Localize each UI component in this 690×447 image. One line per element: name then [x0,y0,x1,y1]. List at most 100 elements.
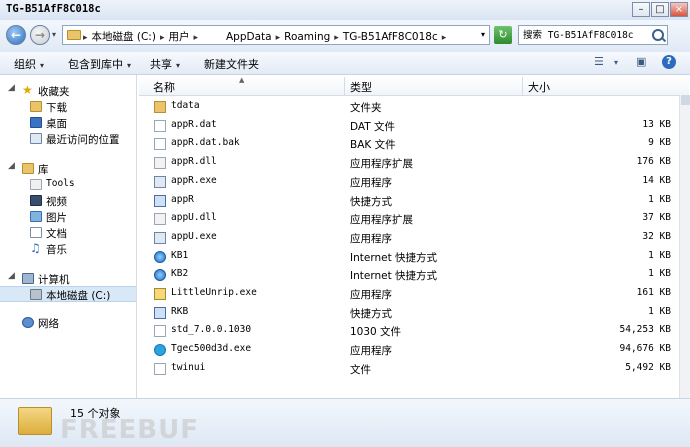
file-name: tdata [171,100,200,111]
file-name: twinui [171,361,206,373]
search-box[interactable] [518,25,668,45]
sidebar-item-downloads[interactable]: 下载 [0,99,136,115]
breadcrumb-roaming[interactable]: Roaming [284,31,330,43]
breadcrumb-current-folder[interactable]: TG-B51AfF8C018c [343,31,438,43]
sidebar-item-music[interactable]: ♫ 音乐 [0,241,136,257]
sidebar-label: 音乐 [46,244,67,256]
share-label: 共享 [150,58,172,71]
share-button[interactable]: 共享 ▾ [150,56,180,72]
file-size: 94,676 KB [619,343,671,355]
file-row[interactable]: KB2 Internet 快捷方式 1 KB [139,266,679,284]
file-row[interactable]: KB1 Internet 快捷方式 1 KB [139,248,679,266]
file-type: 快捷方式 [350,195,392,208]
view-options-icon[interactable]: ☰ [594,55,604,71]
sidebar-item-network[interactable]: 网络 [0,315,136,331]
desktop-icon [30,117,42,128]
minimize-button[interactable]: – [632,2,650,17]
preview-pane-icon[interactable]: ▣ [636,55,646,71]
breadcrumb-users[interactable]: 用户 [168,31,189,43]
include-label: 包含到库中 [68,58,123,71]
address-bar[interactable]: ▸ 本地磁盘 (C:) ▸ 用户 ▸ AppData ▸ Roaming ▸ TG-B51AfF8… [62,25,490,45]
chevron-right-icon[interactable]: ▸ [83,33,88,43]
file-row[interactable]: tdata 文件夹 [139,98,679,116]
file-row[interactable]: appR.dat.bak BAK 文件 9 KB [139,135,679,153]
organize-button[interactable]: 组织 ▾ [14,56,44,72]
search-icon[interactable] [652,29,664,41]
sidebar-item-local-disk[interactable]: 本地磁盘 (C:) [0,286,136,302]
file-name: LittleUnrip.exe [171,287,257,298]
navigation-pane: ◢ ★ 收藏夹 下载 桌面 最近访问的位置 ◢ 库 Tools 视频 图片 文档… [0,75,137,398]
file-type: 应用程序 [350,232,392,245]
column-header-size[interactable]: 大小 [528,79,550,95]
file-row[interactable]: std_7.0.0.1030 1030 文件 54,253 KB [139,322,679,340]
sidebar-item-libraries[interactable]: ◢ 库 [0,161,136,177]
file-row[interactable]: appR.exe 应用程序 14 KB [139,173,679,191]
details-pane: FREEBUF 15 个对象 [0,398,690,447]
folder-icon [154,101,166,113]
chevron-right-icon[interactable]: ▸ [334,33,339,43]
sidebar-item-desktop[interactable]: 桌面 [0,115,136,131]
hard-disk-icon [30,289,42,300]
breadcrumb: ▸ 本地磁盘 (C:) ▸ 用户 ▸ AppData ▸ Roaming ▸ TG-B51AfF8… [83,29,450,44]
new-folder-button[interactable]: 新建文件夹 [204,56,259,72]
folder-icon [18,407,52,435]
close-button[interactable]: × [670,2,688,17]
chevron-right-icon[interactable]: ▸ [193,33,198,43]
column-header-name[interactable]: 名称 [153,79,175,95]
file-name: std_7.0.0.1030 [171,324,252,336]
help-icon[interactable]: ? [662,55,676,69]
refresh-icon[interactable]: ↻ [494,26,512,44]
videos-icon [30,195,42,206]
file-name: RKB [171,305,189,317]
telegram-icon [154,344,166,357]
sidebar-item-favorites[interactable]: ◢ ★ 收藏夹 [0,83,136,99]
sidebar-item-tools[interactable]: Tools [0,177,136,193]
file-row[interactable]: appU.dll 应用程序扩展 37 KB [139,210,679,228]
file-row[interactable]: LittleUnrip.exe 应用程序 161 KB [139,285,679,303]
chevron-right-icon[interactable]: ▸ [276,33,281,43]
file-row[interactable]: Tgec500d3d.exe 应用程序 94,676 KB [139,341,679,359]
sidebar-item-pictures[interactable]: 图片 [0,209,136,225]
sidebar-label: 视频 [46,196,67,208]
sidebar-label: 图片 [46,212,67,224]
sidebar-item-computer[interactable]: ◢ 计算机 [0,271,136,287]
internet-shortcut-icon [154,250,166,263]
sidebar-item-recent[interactable]: 最近访问的位置 [0,131,136,147]
back-button[interactable]: ← [6,25,26,45]
history-dropdown-icon[interactable]: ▾ [52,30,56,39]
file-name: KB1 [171,249,189,261]
file-row[interactable]: appU.exe 应用程序 32 KB [139,229,679,247]
breadcrumb-appdata[interactable]: AppData [226,31,272,43]
file-row[interactable]: twinui 文件 5,492 KB [139,360,679,378]
file-type: 快捷方式 [350,307,392,320]
command-bar: 组织 ▾ 包含到库中 ▾ 共享 ▾ 新建文件夹 ☰ ▾ ▣ ? [0,52,690,75]
sidebar-item-videos[interactable]: 视频 [0,193,136,209]
column-divider[interactable] [344,77,345,95]
view-dropdown-icon[interactable]: ▾ [614,58,618,74]
address-dropdown-icon[interactable]: ▾ [481,30,485,39]
collapse-icon[interactable]: ◢ [8,271,15,281]
collapse-icon[interactable]: ◢ [8,83,15,93]
maximize-button[interactable]: □ [651,2,669,17]
file-row[interactable]: RKB 快捷方式 1 KB [139,304,679,322]
chevron-right-icon[interactable]: ▸ [442,33,447,43]
forward-button[interactable]: → [30,25,50,45]
file-name: appR.dat [171,118,217,130]
chevron-right-icon[interactable]: ▸ [160,33,165,43]
search-input[interactable] [521,27,651,43]
vertical-scrollbar[interactable] [679,95,690,398]
file-row[interactable]: appR.dll 应用程序扩展 176 KB [139,154,679,172]
include-in-library-button[interactable]: 包含到库中 ▾ [68,56,131,72]
file-row[interactable]: appR.dat DAT 文件 13 KB [139,117,679,135]
scrollbar-up-arrow[interactable] [681,95,690,105]
file-type: 1030 文件 [350,326,402,339]
file-icon [154,362,166,375]
file-row[interactable]: appR 快捷方式 1 KB [139,192,679,210]
breadcrumb-local-disk[interactable]: 本地磁盘 (C:) [92,31,156,43]
file-name: appR [171,193,194,205]
column-divider[interactable] [522,77,523,95]
sidebar-item-documents[interactable]: 文档 [0,225,136,241]
file-size: 14 KB [642,174,671,186]
collapse-icon[interactable]: ◢ [8,161,15,171]
column-header-type[interactable]: 类型 [350,79,372,95]
